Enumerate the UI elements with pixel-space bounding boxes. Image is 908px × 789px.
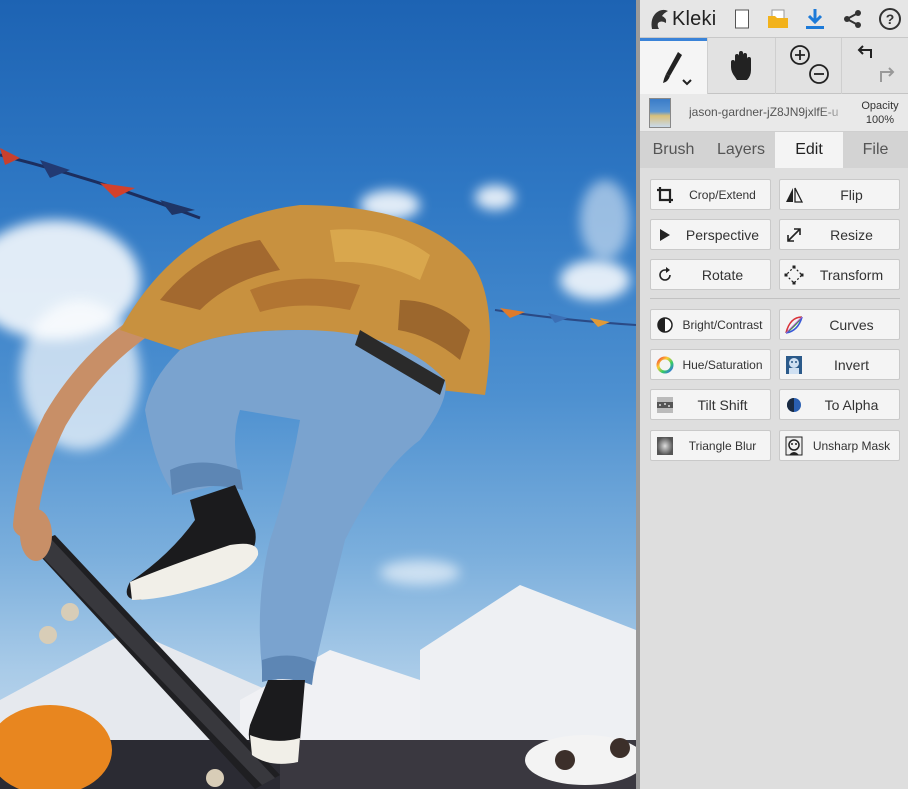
- perspective-icon: [655, 225, 675, 245]
- opacity-label: Opacity: [861, 100, 899, 112]
- opacity-value: 100%: [865, 114, 895, 126]
- help-icon[interactable]: ?: [872, 0, 908, 38]
- triangle-blur-label: Triangle Blur: [688, 438, 757, 453]
- unsharp-mask-icon: [784, 436, 804, 456]
- transform-button[interactable]: Transform: [779, 259, 900, 290]
- skater-photo: [0, 148, 636, 789]
- transform-icon: [784, 265, 804, 285]
- hand-icon: [730, 51, 751, 80]
- hand-tool-button[interactable]: [707, 38, 775, 94]
- to-alpha-icon: [784, 395, 804, 415]
- layer-thumbnail[interactable]: [649, 98, 671, 128]
- invert-label: Invert: [833, 356, 869, 373]
- tool-row: [640, 38, 908, 94]
- flip-button[interactable]: Flip: [779, 179, 900, 210]
- transform-label: Transform: [819, 266, 884, 283]
- undo-redo-icon: [857, 45, 895, 82]
- to-alpha-button[interactable]: To Alpha: [779, 389, 900, 420]
- rotate-label: Rotate: [701, 266, 744, 283]
- share-icon[interactable]: [835, 0, 871, 38]
- hue-saturation-icon: [655, 355, 675, 375]
- open-folder-icon[interactable]: [760, 0, 796, 38]
- invert-icon: [784, 355, 804, 375]
- brush-icon: [662, 51, 692, 85]
- perspective-label: Perspective: [685, 226, 760, 243]
- bright-contrast-button[interactable]: Bright/Contrast: [650, 309, 771, 340]
- perspective-button[interactable]: Perspective: [650, 219, 771, 250]
- resize-label: Resize: [830, 226, 873, 243]
- kleki-logo-icon: [651, 9, 668, 29]
- flip-label: Flip: [840, 186, 863, 203]
- tab-file[interactable]: File: [843, 132, 908, 168]
- new-image-icon[interactable]: [724, 0, 760, 38]
- tab-layers[interactable]: Layers: [707, 132, 775, 168]
- kleki-logo[interactable]: Kleki: [648, 4, 716, 34]
- divider: [650, 298, 900, 299]
- bright-contrast-label: Bright/Contrast: [682, 317, 763, 332]
- top-bar: Kleki ?: [640, 0, 908, 38]
- download-icon[interactable]: [797, 0, 833, 38]
- crop-extend-label: Crop/Extend: [689, 187, 756, 202]
- zoom-icon: [789, 45, 829, 84]
- zoom-buttons[interactable]: [775, 38, 841, 94]
- rotate-icon: [655, 265, 675, 285]
- crop-extend-button[interactable]: Crop/Extend: [650, 179, 771, 210]
- triangle-blur-icon: [655, 436, 675, 456]
- resize-icon: [784, 225, 804, 245]
- rotate-button[interactable]: Rotate: [650, 259, 771, 290]
- curves-label: Curves: [829, 316, 874, 333]
- svg-text:?: ?: [886, 11, 895, 27]
- undo-redo-buttons[interactable]: [841, 38, 908, 94]
- tilt-shift-icon: [655, 395, 675, 415]
- curves-icon: [784, 315, 804, 335]
- panel-tabs: Brush Layers Edit File: [640, 132, 908, 168]
- tilt-shift-label: Tilt Shift: [697, 396, 748, 413]
- curves-button[interactable]: Curves: [779, 309, 900, 340]
- side-panel: Kleki ? jason-gardner-jZ8JN9jxlfE-u Opac…: [640, 0, 908, 789]
- unsharp-mask-label: Unsharp Mask: [812, 438, 891, 453]
- hue-saturation-label: Hue/Saturation: [682, 357, 763, 372]
- edit-panel: Crop/Extend Flip Perspective Resize Rota…: [640, 168, 908, 789]
- hue-saturation-button[interactable]: Hue/Saturation: [650, 349, 771, 380]
- to-alpha-label: To Alpha: [824, 396, 879, 413]
- app-name: Kleki: [672, 7, 717, 30]
- drawing-canvas[interactable]: [0, 0, 636, 789]
- tab-brush[interactable]: Brush: [640, 132, 707, 168]
- crop-icon: [655, 185, 675, 205]
- layer-opacity[interactable]: Opacity 100%: [854, 99, 906, 127]
- tab-edit[interactable]: Edit: [775, 132, 843, 168]
- flip-icon: [784, 185, 804, 205]
- brush-tool-button[interactable]: [640, 38, 707, 94]
- triangle-blur-button[interactable]: Triangle Blur: [650, 430, 771, 461]
- tilt-shift-button[interactable]: Tilt Shift: [650, 389, 771, 420]
- unsharp-mask-button[interactable]: Unsharp Mask: [779, 430, 900, 461]
- invert-button[interactable]: Invert: [779, 349, 900, 380]
- layer-preview-row: jason-gardner-jZ8JN9jxlfE-u Opacity 100%: [640, 94, 908, 132]
- resize-button[interactable]: Resize: [779, 219, 900, 250]
- bright-contrast-icon: [655, 315, 675, 335]
